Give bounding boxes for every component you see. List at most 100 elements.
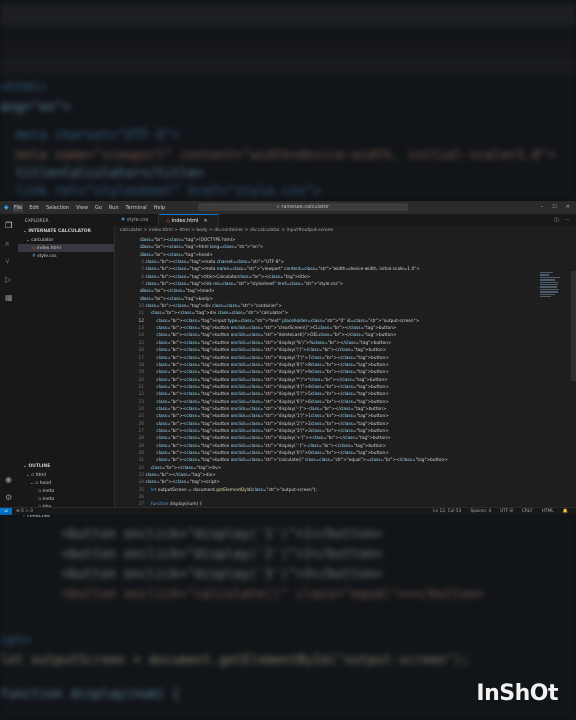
- code-line[interactable]: class="br"><class="tag">button onclick=c…: [140, 406, 448, 413]
- split-editor-icon[interactable]: ◫: [554, 217, 559, 223]
- menu-file[interactable]: File: [13, 203, 24, 212]
- blurred-background-top: <html> ang="en"> meta charset="UTF-8"> m…: [0, 0, 576, 200]
- menu-selection[interactable]: Selection: [45, 204, 70, 212]
- code-line[interactable]: class="br"><class="tag">meta name=class=…: [140, 266, 448, 273]
- code-line[interactable]: class="br"><class="tag">button onclick=c…: [140, 362, 448, 369]
- gear-icon[interactable]: ⚙: [5, 494, 13, 502]
- code-line[interactable]: class="br"><class="tag">button onclick=c…: [140, 428, 448, 435]
- account-icon[interactable]: ◉: [5, 476, 13, 484]
- code-line[interactable]: class="br"><class="tag">div class=class=…: [140, 310, 448, 317]
- menu-go[interactable]: Go: [94, 204, 103, 212]
- window-controls: – ☐ ✕: [541, 204, 570, 210]
- workspace-section[interactable]: ⌄ INTERNATE CALCULATOR: [18, 227, 114, 236]
- code-line[interactable]: class="br"></class="tag">div>: [140, 465, 448, 472]
- menu-view[interactable]: View: [75, 204, 89, 212]
- chevron-down-icon: ⌄ ▫: [30, 480, 40, 486]
- title-bar: ◆ File Edit Selection View Go Run Termin…: [0, 201, 576, 214]
- menu-run[interactable]: Run: [108, 204, 120, 212]
- code-line[interactable]: class="br"></class="tag">head>: [140, 288, 448, 295]
- code-line[interactable]: class="br"><class="tag">div class=class=…: [140, 303, 448, 310]
- code-line[interactable]: class="br"><class="tag">button onclick=c…: [140, 325, 448, 332]
- code-line[interactable]: class="br"><class="tag">button onclick=c…: [140, 355, 448, 362]
- code-line[interactable]: class="br"><class="tag">button onclick=c…: [140, 377, 448, 384]
- more-actions-icon[interactable]: ⋯: [565, 217, 570, 223]
- vscode-logo-icon: ◆: [4, 203, 9, 211]
- chevron-down-icon: ⌄ ▫: [26, 472, 36, 478]
- indentation-status[interactable]: Spaces: 4: [470, 508, 491, 515]
- inshot-watermark: InShOt: [476, 681, 558, 706]
- outline-item[interactable]: ▫ meta: [18, 487, 114, 495]
- menu-edit[interactable]: Edit: [28, 204, 40, 212]
- editor-tabs: # style.css ◇ index.html ✕ ◫ ⋯: [114, 214, 576, 226]
- code-content[interactable]: class="br"><class="tag">!DOCTYPE html> cl…: [140, 237, 448, 508]
- close-icon[interactable]: ✕: [203, 218, 207, 224]
- remote-indicator-icon[interactable]: ⇌: [0, 508, 12, 515]
- problems-status[interactable]: ⊗ 0 ⚠ 0: [16, 508, 33, 515]
- editor-actions: ◫ ⋯: [554, 217, 570, 223]
- code-line[interactable]: class="br"><class="tag">!DOCTYPE html>: [140, 237, 448, 244]
- file-item-index-html[interactable]: ◇ index.html: [18, 244, 114, 252]
- tab-style-css[interactable]: # style.css: [114, 214, 160, 226]
- code-line[interactable]: class="br"><class="tag">button onclick=c…: [140, 399, 448, 406]
- code-line[interactable]: let outputScreen = document.getElementBy…: [140, 487, 448, 494]
- language-mode[interactable]: HTML: [542, 508, 554, 515]
- vscode-window: ◆ File Edit Selection View Go Run Termin…: [0, 201, 576, 519]
- cursor-position[interactable]: Ln 12, Col 53: [433, 508, 461, 515]
- vertical-scrollbar[interactable]: [571, 271, 576, 381]
- code-line[interactable]: class="br"></class="tag">div>: [140, 472, 448, 479]
- code-line[interactable]: class="br"><class="tag">button onclick=c…: [140, 450, 448, 457]
- code-line[interactable]: class="br"><class="tag">button onclick=c…: [140, 332, 448, 339]
- code-line[interactable]: class="br"><class="tag">script>: [140, 479, 448, 486]
- code-line[interactable]: class="br"><class="tag">button onclick=c…: [140, 369, 448, 376]
- code-line[interactable]: class="br"><class="tag">head>: [140, 252, 448, 259]
- code-line[interactable]: class="br"><class="tag">button onclick=c…: [140, 347, 448, 354]
- code-line[interactable]: class="br"><class="tag">title>Calculator…: [140, 274, 448, 281]
- menu-help[interactable]: Help: [153, 204, 166, 212]
- breadcrumb[interactable]: calculator > index.html > html > body > …: [114, 226, 576, 235]
- outline-panel: ⌄ OUTLINE ⌄ ▫ html ⌄ ▫ head ▫ meta ▫ met…: [18, 462, 114, 511]
- source-control-icon[interactable]: ⑂: [5, 258, 13, 266]
- outline-header[interactable]: ⌄ OUTLINE: [18, 462, 114, 471]
- activity-bar: ❐ ⌕ ⑂ ▷ ▦ ◉ ⚙: [0, 214, 18, 508]
- encoding-status[interactable]: UTF-8: [500, 508, 513, 515]
- menu-bar: File Edit Selection View Go Run Terminal…: [13, 203, 166, 212]
- code-line[interactable]: class="br"><class="tag">button onclick=c…: [140, 413, 448, 420]
- eol-status[interactable]: CRLF: [522, 508, 533, 515]
- code-line[interactable]: class="br"><class="tag">meta charset=cla…: [140, 259, 448, 266]
- explorer-sidebar: EXPLORER ⌄ INTERNATE CALCULATOR ⌄ calcul…: [18, 214, 115, 519]
- extensions-icon[interactable]: ▦: [5, 294, 13, 302]
- status-bar: ⇌ ⊗ 0 ⚠ 0 Ln 12, Col 53 Spaces: 4 UTF-8 …: [0, 507, 576, 515]
- tab-index-html[interactable]: ◇ index.html ✕: [159, 214, 219, 226]
- code-line[interactable]: class="br"><class="tag">button onclick=c…: [140, 435, 448, 442]
- outline-item[interactable]: ⌄ ▫ head: [18, 479, 114, 487]
- code-line[interactable]: class="br"><class="tag">button onclick=c…: [140, 443, 448, 450]
- code-line[interactable]: class="br"><class="tag">body>: [140, 296, 448, 303]
- code-line[interactable]: class="br"><class="tag">button onclick=c…: [140, 340, 448, 347]
- outline-item[interactable]: ▫ meta: [18, 495, 114, 503]
- explorer-header: EXPLORER: [25, 219, 49, 224]
- code-line[interactable]: class="br"><class="tag">button onclick=c…: [140, 457, 447, 464]
- maximize-button[interactable]: ☐: [552, 204, 556, 210]
- code-line[interactable]: class="br"><class="tag">button onclick=c…: [140, 421, 448, 428]
- folder-item[interactable]: ⌄ calculator: [18, 236, 114, 244]
- file-item-style-css[interactable]: # style.css: [18, 252, 114, 260]
- search-icon[interactable]: ⌕: [5, 240, 13, 248]
- code-line[interactable]: [140, 494, 448, 501]
- outline-item[interactable]: ⌄ ▫ html: [18, 471, 114, 479]
- command-center[interactable]: ⌕ rainesae.calculator: [198, 203, 408, 211]
- code-editor[interactable]: 1 2 3 4 5 6 7 8 9 10 11 12 13 14 15 16 17 18 19 20 21 22 23 24 2…: [114, 235, 576, 508]
- code-line[interactable]: class="br"><class="tag">link rel=class="…: [140, 281, 448, 288]
- minimap[interactable]: [540, 271, 562, 303]
- close-button[interactable]: ✕: [566, 204, 570, 210]
- menu-terminal[interactable]: Terminal: [125, 204, 148, 212]
- command-center-label: rainesae.calculator: [281, 204, 330, 210]
- minimize-button[interactable]: –: [541, 204, 544, 210]
- code-line[interactable]: class="br"><class="tag">input type=class…: [140, 318, 448, 325]
- run-debug-icon[interactable]: ▷: [5, 276, 13, 284]
- code-line[interactable]: class="br"><class="tag">html lang=class=…: [140, 244, 448, 251]
- explorer-icon[interactable]: ❐: [5, 222, 13, 230]
- status-right: Ln 12, Col 53 Spaces: 4 UTF-8 CRLF HTML …: [433, 508, 568, 515]
- code-line[interactable]: class="br"><class="tag">button onclick=c…: [140, 391, 448, 398]
- code-line[interactable]: class="br"><class="tag">button onclick=c…: [140, 384, 448, 391]
- notifications-icon[interactable]: 🔔: [563, 508, 568, 515]
